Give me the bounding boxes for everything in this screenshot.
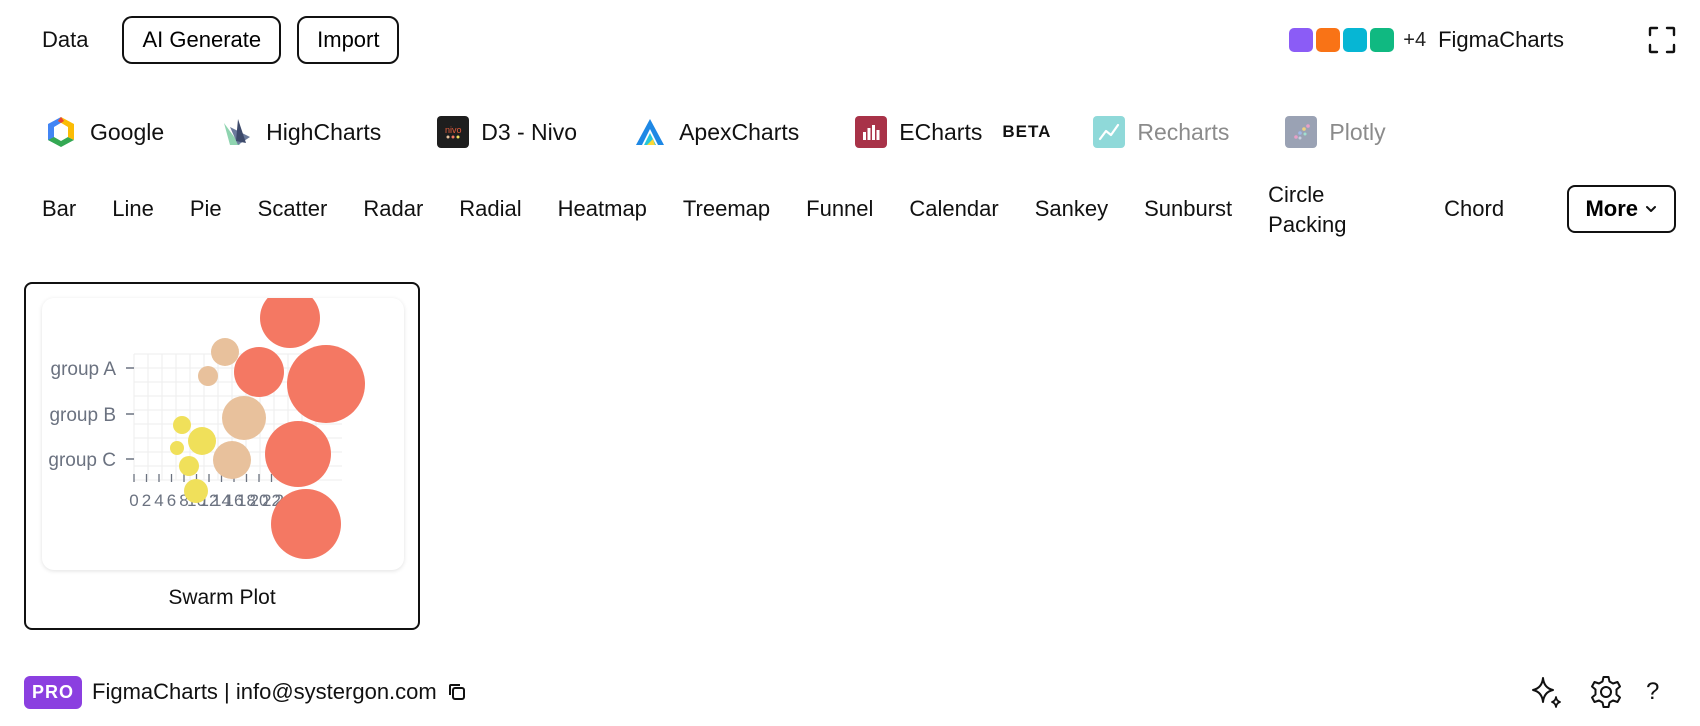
palette-swatch <box>1316 28 1341 52</box>
library-highcharts[interactable]: HighCharts <box>220 110 381 154</box>
recharts-logo-icon <box>1093 116 1126 148</box>
swarm-bubble <box>213 441 251 479</box>
library-echarts[interactable]: ECharts BETA <box>855 110 1093 154</box>
swarm-bubble <box>211 338 239 366</box>
tab-data[interactable]: Data <box>24 16 106 64</box>
swarm-bubble <box>170 441 184 455</box>
chart-type-circle-packing[interactable]: Circle Packing <box>1250 180 1426 238</box>
google-logo-icon <box>44 115 78 149</box>
library-label: HighCharts <box>266 118 382 145</box>
copy-icon[interactable] <box>447 682 467 702</box>
palette-swatch <box>1370 28 1395 52</box>
swarm-plot-preview: group Agroup Bgroup C0246810121416182022… <box>48 298 365 559</box>
gear-icon <box>1591 676 1621 708</box>
chart-type-sunburst[interactable]: Sunburst <box>1126 180 1250 238</box>
swarm-bubble <box>271 489 341 559</box>
x-tick-label: 0 <box>129 491 138 510</box>
pro-badge: PRO <box>24 675 83 709</box>
library-apexcharts[interactable]: ApexCharts <box>633 110 799 154</box>
chart-type-treemap[interactable]: Treemap <box>665 180 788 238</box>
plotly-logo-icon <box>1285 116 1318 148</box>
ai-generate-button[interactable]: AI Generate <box>122 16 282 64</box>
chart-type-scatter[interactable]: Scatter <box>240 180 346 238</box>
highcharts-logo-icon <box>220 115 254 149</box>
chart-type-bar[interactable]: Bar <box>24 180 94 238</box>
swarm-bubble <box>234 347 284 397</box>
library-google[interactable]: Google <box>44 110 164 154</box>
swarm-bubble <box>222 396 266 440</box>
beta-badge: BETA <box>1002 122 1052 141</box>
top-bar: Data AI Generate Import +4 FigmaCharts <box>24 16 1676 64</box>
library-tabs: Google HighCharts nivo D3 - Nivo ApexCha… <box>44 110 1676 154</box>
x-tick-label: 6 <box>167 491 176 510</box>
swarm-bubble <box>265 421 331 487</box>
nivo-logo-text: nivo <box>444 125 462 135</box>
more-label: More <box>1585 196 1638 221</box>
import-button[interactable]: Import <box>297 16 400 64</box>
chevron-down-icon <box>1646 206 1656 212</box>
chart-card-swarm-plot[interactable]: group Agroup Bgroup C0246810121416182022… <box>24 282 420 630</box>
library-label: Plotly <box>1329 118 1386 145</box>
chart-type-radar[interactable]: Radar <box>345 180 441 238</box>
group-label: group A <box>51 359 117 380</box>
settings-button[interactable] <box>1588 674 1624 710</box>
chart-type-sankey[interactable]: Sankey <box>1017 180 1126 238</box>
swarm-bubble <box>188 427 216 455</box>
library-d3-nivo[interactable]: nivo D3 - Nivo <box>437 110 577 154</box>
sparkle-icon <box>1532 677 1561 708</box>
group-label: group C <box>48 450 116 471</box>
library-plotly[interactable]: Plotly <box>1285 110 1386 154</box>
brand-name: FigmaCharts <box>1438 27 1564 52</box>
brand-area[interactable]: +4 FigmaCharts <box>1289 16 1564 64</box>
help-button[interactable]: ? <box>1646 678 1676 706</box>
palette-swatch <box>1289 28 1314 52</box>
footer: PRO FigmaCharts | info@systergon.com <box>24 672 467 712</box>
apexcharts-logo-icon <box>633 115 667 149</box>
library-recharts[interactable]: Recharts <box>1093 110 1229 154</box>
swarm-bubble <box>184 479 208 503</box>
x-tick-label: 2 <box>142 491 151 510</box>
chart-type-heatmap[interactable]: Heatmap <box>540 180 665 238</box>
swarm-bubble <box>260 298 320 348</box>
chart-type-calendar[interactable]: Calendar <box>891 180 1016 238</box>
library-label: D3 - Nivo <box>481 118 578 145</box>
swarm-bubble <box>173 416 191 434</box>
palette-swatch <box>1343 28 1368 52</box>
echarts-logo-icon <box>855 116 888 148</box>
x-tick-label: 4 <box>154 491 163 510</box>
chart-type-radial[interactable]: Radial <box>441 180 539 238</box>
ai-sparkle-button[interactable] <box>1528 673 1566 711</box>
chart-thumbnail: group Agroup Bgroup C0246810121416182022… <box>42 298 404 570</box>
chart-type-funnel[interactable]: Funnel <box>788 180 891 238</box>
library-label: ECharts <box>899 118 983 145</box>
footer-actions: ? <box>1506 672 1676 712</box>
nivo-logo-icon: nivo <box>437 116 470 148</box>
chart-type-tabs: Bar Line Pie Scatter Radar Radial Heatma… <box>24 180 1676 238</box>
library-label: ApexCharts <box>679 118 800 145</box>
chart-type-chord[interactable]: Chord <box>1426 180 1522 238</box>
palette-extra-count: +4 <box>1403 28 1427 51</box>
chart-type-pie[interactable]: Pie <box>172 180 240 238</box>
library-label: Google <box>90 118 165 145</box>
chart-type-line[interactable]: Line <box>94 180 172 238</box>
swarm-bubble <box>287 345 365 423</box>
chart-card-label: Swarm Plot <box>168 586 276 609</box>
fullscreen-icon[interactable] <box>1648 26 1676 54</box>
group-label: group B <box>49 405 116 426</box>
more-chart-types-button[interactable]: More <box>1567 185 1676 233</box>
swarm-bubble <box>179 456 199 476</box>
library-label: Recharts <box>1137 118 1230 145</box>
footer-contact: FigmaCharts | info@systergon.com <box>92 679 437 704</box>
swarm-bubble <box>198 366 218 386</box>
